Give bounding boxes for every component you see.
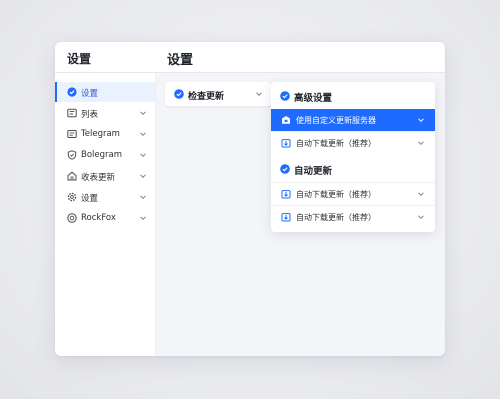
option-auto-download[interactable]: 自动下载更新（推荐） [271,131,435,154]
sidebar-item-rockfox[interactable]: RockFox [55,208,155,228]
sidebar-item-settings[interactable]: 设置 [55,82,155,102]
title-bar: 设置 设置 [55,42,445,73]
check-update-label: 检查更新 [188,92,225,102]
page-title: 设置 [167,53,194,68]
gear-icon [67,192,77,202]
home-icon [67,171,77,181]
chevron-down-icon [140,216,146,221]
download-box-icon [281,213,291,222]
settings-circle-icon [67,87,77,97]
chevron-down-icon [418,215,424,220]
chevron-down-icon [418,141,424,146]
check-badge-icon [174,89,184,99]
option-auto-download[interactable]: 自动下载更新（推荐） [271,205,435,228]
list-icon [67,108,77,118]
chevron-down-icon [140,153,146,158]
sidebar-item-label: 设置 [81,89,99,99]
download-box-icon [281,190,291,199]
settings-window: 设置 设置 设置 列表 Telegram Bolegram 收表更新 设置 Ro… [55,42,445,356]
sidebar-item-label: RockFox [81,213,116,223]
sidebar-item-list[interactable]: 列表 [55,103,155,123]
server-box-icon [282,116,290,124]
update-options-panel: 高级设置 使用自定义更新服务器 自动下载更新（推荐） 自动更新 自动下载更新（推… [271,82,435,232]
main-content: 检查更新 高级设置 使用自定义更新服务器 自动下载更新（推荐） 自动更新 自动下… [156,73,445,356]
check-badge-icon [280,91,290,101]
sidebar-item-telegram[interactable]: Telegram [55,124,155,144]
chevron-down-icon [140,111,146,116]
chevron-down-icon [418,192,424,197]
shield-icon [67,150,77,160]
chat-icon [67,130,77,138]
sidebar: 设置 列表 Telegram Bolegram 收表更新 设置 RockFox [55,73,156,356]
sidebar-item-label: 设置 [81,194,99,204]
sidebar-item-settings-2[interactable]: 设置 [55,187,155,207]
sidebar-item-updates[interactable]: 收表更新 [55,166,155,186]
chevron-down-icon [140,195,146,200]
sidebar-item-label: 收表更新 [81,173,116,183]
app-title: 设置 [67,52,92,66]
check-update-dropdown[interactable]: 检查更新 [165,82,271,106]
download-box-icon [281,139,291,148]
sidebar-item-bolegram[interactable]: Bolegram [55,145,155,165]
chevron-down-icon [140,174,146,179]
chevron-down-icon [256,92,262,97]
option-custom-update-server[interactable]: 使用自定义更新服务器 [271,109,435,131]
sidebar-item-label: Telegram [81,129,120,139]
check-badge-icon [280,164,290,174]
sidebar-item-label: Bolegram [81,150,123,160]
chevron-down-icon [140,132,146,137]
sidebar-item-label: 列表 [81,110,99,120]
option-auto-download[interactable]: 自动下载更新（推荐） [271,182,435,205]
chevron-down-icon [418,118,424,123]
target-icon [67,213,77,223]
